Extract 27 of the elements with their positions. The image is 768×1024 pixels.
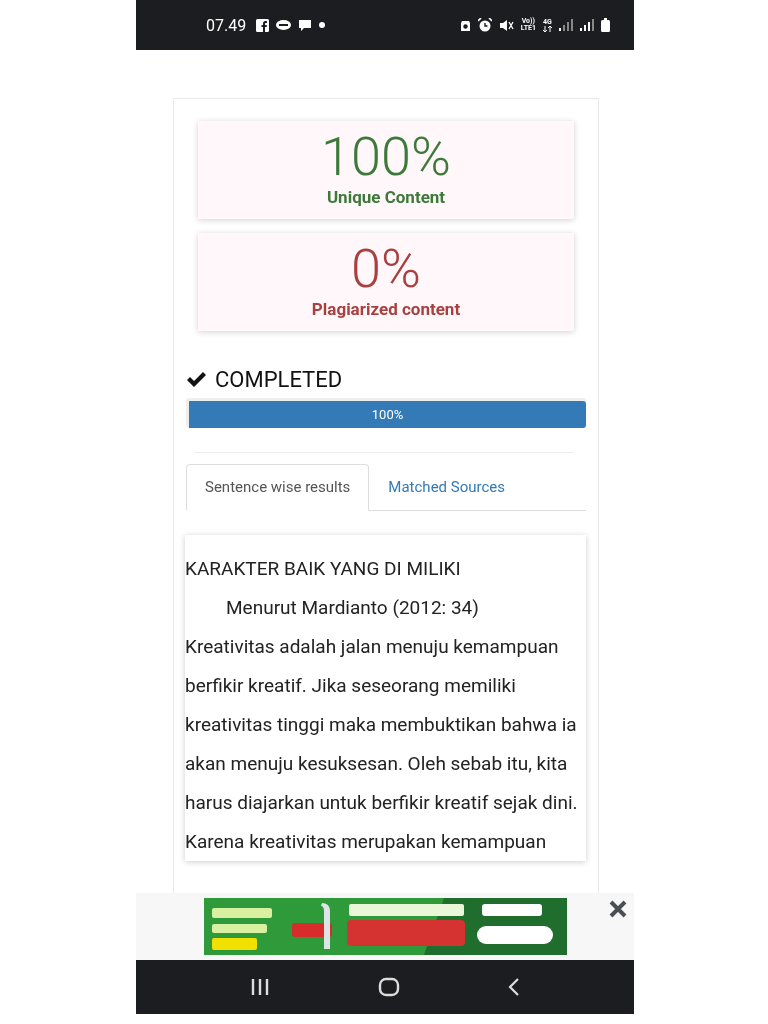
chat-pill-icon bbox=[276, 20, 292, 30]
result-paragraph: Menurut Mardianto (2012: 34) bbox=[225, 595, 480, 621]
score-label: Unique Content bbox=[325, 187, 447, 207]
progress-bar: 100% bbox=[189, 401, 586, 428]
close-icon bbox=[609, 900, 627, 918]
tab[interactable]: Sentence wise results bbox=[186, 464, 370, 511]
dot-icon bbox=[319, 22, 326, 28]
checkmark-icon bbox=[186, 371, 207, 388]
battery-icon bbox=[601, 18, 610, 32]
score-label: Plagiarized content bbox=[310, 299, 462, 319]
tab[interactable]: Matched Sources bbox=[369, 464, 524, 511]
data-arrows-icon bbox=[543, 25, 552, 32]
result-paragraph: Kreativitas adalah jalan menuju kemampuan berfikir kreatif. Jika seseorang memiliki kreativitas tinggi maka membuktikan bahwa ia akan menuju kesuksesan. Oleh sebab itu, kita harus diajarkan untuk berfikir kreatif sejak dini. Karena kreativitas merupakan kemampuan bbox=[185, 634, 579, 855]
result-paragraph: KARAKTER BAIK YANG DI MILIKI bbox=[185, 556, 462, 582]
facebook-icon bbox=[256, 18, 270, 32]
clock-time: 07.49 bbox=[206, 15, 247, 35]
recent-apps-icon bbox=[250, 979, 270, 995]
mute-icon bbox=[498, 18, 514, 32]
signal-icon bbox=[559, 19, 573, 31]
alarm-icon bbox=[477, 18, 492, 32]
back-icon bbox=[508, 978, 520, 996]
signal-icon bbox=[580, 19, 594, 31]
score-percentage: 0% bbox=[350, 239, 422, 299]
status-text: COMPLETED bbox=[215, 367, 343, 392]
message-icon bbox=[298, 18, 313, 32]
home-icon bbox=[378, 977, 400, 997]
score-percentage: 100% bbox=[320, 127, 452, 187]
